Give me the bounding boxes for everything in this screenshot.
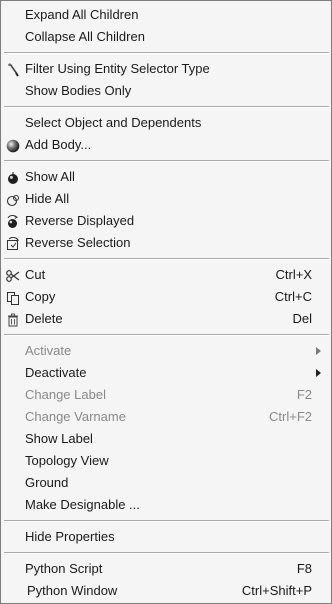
context-menu: Expand All Children Collapse All Childre… [0, 0, 332, 604]
copy-icon [5, 290, 21, 305]
menu-item-python-window[interactable]: Python Window Ctrl+Shift+P [1, 580, 331, 602]
menu-item-filter-using-entity-selector-type[interactable]: Filter Using Entity Selector Type [1, 58, 331, 80]
menu-separator [4, 334, 329, 336]
menu-item-label: Hide All [25, 191, 70, 206]
menu-item-add-body[interactable]: Add Body... [1, 134, 331, 156]
reverse-selection-icon [5, 236, 21, 250]
menu-item-make-designable[interactable]: Make Designable ... [1, 494, 331, 516]
menu-item-shortcut: Ctrl+X [275, 267, 312, 282]
menu-item-reverse-displayed[interactable]: Reverse Displayed [1, 210, 331, 232]
show-all-icon [5, 170, 21, 184]
menu-item-show-bodies-only[interactable]: Show Bodies Only [1, 80, 331, 102]
menu-item-label: Python Script [25, 561, 103, 576]
menu-item-change-varname[interactable]: Change Varname Ctrl+F2 [1, 406, 331, 428]
menu-item-hide-all[interactable]: Hide All [1, 188, 331, 210]
menu-item-expand-all-children[interactable]: Expand All Children [1, 4, 331, 26]
menu-item-label: Expand All Children [25, 7, 139, 22]
menu-item-label: Activate [25, 343, 72, 358]
menu-item-label: Topology View [25, 453, 109, 468]
menu-item-shortcut: Del [292, 311, 312, 326]
menu-item-show-label[interactable]: Show Label [1, 428, 331, 450]
submenu-arrow-icon [316, 347, 321, 355]
menu-item-show-all[interactable]: Show All [1, 166, 331, 188]
menu-item-reverse-selection[interactable]: Reverse Selection [1, 232, 331, 254]
menu-item-label: Copy [25, 289, 56, 304]
menu-item-python-script[interactable]: Python Script F8 [1, 558, 331, 580]
menu-item-label: Select Object and Dependents [25, 115, 202, 130]
submenu-arrow-icon [316, 369, 321, 377]
menu-item-label: Add Body... [25, 137, 92, 152]
menu-item-topology-view[interactable]: Topology View [1, 450, 331, 472]
menu-item-label: Change Label [25, 387, 106, 402]
menu-item-deactivate[interactable]: Deactivate [1, 362, 331, 384]
body-sphere-icon [5, 138, 21, 153]
menu-separator [4, 552, 329, 554]
menu-item-label: Show Label [25, 431, 93, 446]
menu-item-change-label[interactable]: Change Label F2 [1, 384, 331, 406]
menu-item-label: Cut [25, 267, 46, 282]
menu-item-label: Reverse Displayed [25, 213, 135, 228]
menu-item-label: Collapse All Children [25, 29, 145, 44]
menu-item-shortcut: Ctrl+Shift+P [241, 583, 312, 598]
menu-item-copy[interactable]: Copy Ctrl+C [1, 286, 331, 308]
menu-separator [4, 258, 329, 260]
menu-separator [4, 160, 329, 162]
trash-icon [5, 312, 21, 327]
menu-item-label: Delete [25, 311, 63, 326]
menu-item-activate[interactable]: Activate [1, 340, 331, 362]
menu-item-label: Change Varname [25, 409, 126, 424]
scissors-icon [5, 268, 21, 282]
menu-item-label: Filter Using Entity Selector Type [25, 61, 210, 76]
menu-item-ground[interactable]: Ground [1, 472, 331, 494]
menu-item-label: Ground [25, 475, 69, 490]
menu-item-label: Hide Properties [25, 529, 115, 544]
menu-item-shortcut: Ctrl+C [274, 289, 312, 304]
menu-item-label: Show All [25, 169, 75, 184]
menu-item-delete[interactable]: Delete Del [1, 308, 331, 330]
menu-item-shortcut: F8 [296, 561, 312, 576]
reverse-displayed-icon [5, 214, 21, 228]
menu-item-hide-properties[interactable]: Hide Properties [1, 526, 331, 548]
menu-item-shortcut: Ctrl+F2 [269, 409, 312, 424]
menu-separator [4, 52, 329, 54]
menu-item-collapse-all-children[interactable]: Collapse All Children [1, 26, 331, 48]
hide-all-icon [5, 192, 21, 207]
menu-separator [4, 106, 329, 108]
menu-item-label: Python Window [27, 583, 118, 598]
menu-item-label: Deactivate [25, 365, 87, 380]
menu-item-label: Show Bodies Only [25, 83, 132, 98]
filter-wand-icon [5, 62, 21, 77]
menu-item-select-object-and-dependents[interactable]: Select Object and Dependents [1, 112, 331, 134]
menu-item-cut[interactable]: Cut Ctrl+X [1, 264, 331, 286]
menu-item-shortcut: F2 [296, 387, 312, 402]
menu-item-label: Make Designable ... [25, 497, 140, 512]
menu-item-label: Reverse Selection [25, 235, 131, 250]
menu-separator [4, 520, 329, 522]
